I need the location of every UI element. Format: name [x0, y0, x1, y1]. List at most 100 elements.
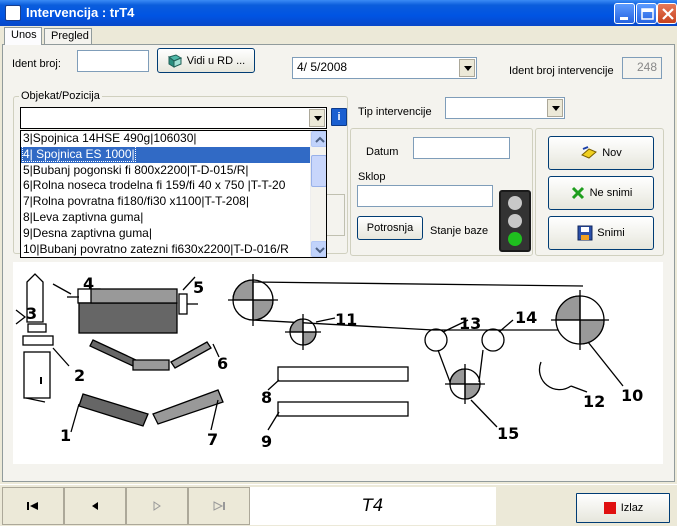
list-item-label: 5|Bubanj pogonski fi 800x2200|T-D-015/R| — [23, 162, 249, 177]
list-item-label: 10|Bubanj povratno zatezni fi630x2200|T-… — [23, 241, 289, 256]
scroll-down-button[interactable] — [311, 241, 326, 257]
record-label: T4 — [250, 487, 496, 525]
scrollbar-thumb[interactable] — [311, 155, 326, 187]
minimize-button[interactable] — [614, 3, 635, 24]
info-icon: i — [337, 111, 341, 123]
diagram-label-2: 2 — [74, 366, 86, 385]
izlaz-button[interactable]: Izlaz — [576, 493, 670, 523]
ident-broj-input[interactable] — [77, 50, 149, 72]
app-icon — [5, 5, 21, 21]
list-item[interactable]: 4| Spojnica ES 1000| — [21, 146, 310, 163]
scroll-up-button[interactable] — [311, 131, 326, 147]
diagram-label-5: 5 — [193, 278, 205, 297]
tab-pregled[interactable]: Pregled — [44, 28, 92, 45]
objekat-dropdown-list[interactable]: 3|Spojnica 14HSE 490g|106030| 4| Spojnica… — [20, 130, 327, 258]
save-disk-icon — [577, 225, 593, 241]
date-value: 4/ 5/2008 — [297, 60, 348, 74]
diagram-label-10: 10 — [621, 386, 644, 405]
light-top — [508, 196, 522, 210]
ident-broj-intervencije-input: 248 — [622, 57, 662, 79]
hidden-textarea — [325, 194, 345, 236]
diagram-label-13: 13 — [459, 314, 482, 333]
ident-broj-intervencije-label: Ident broj intervencije — [509, 65, 614, 77]
list-item-label: 8|Leva zaptivna guma| — [23, 209, 144, 224]
first-record-icon — [27, 502, 38, 510]
chevron-down-icon[interactable] — [309, 109, 325, 127]
traffic-light-icon — [508, 196, 522, 246]
objekat-list-rows: 3|Spojnica 14HSE 490g|106030| 4| Spojnica… — [21, 131, 326, 257]
snimi-button[interactable]: Snimi — [548, 216, 654, 250]
sklop-label: Sklop — [358, 171, 386, 183]
maximize-icon — [641, 8, 654, 20]
date-picker[interactable]: 4/ 5/2008 — [292, 57, 477, 79]
next-record-button[interactable] — [126, 487, 188, 525]
previous-record-button[interactable] — [64, 487, 126, 525]
list-item[interactable]: 3|Spojnica 14HSE 490g|106030| — [21, 131, 310, 147]
last-record-button[interactable] — [188, 487, 250, 525]
close-button[interactable] — [657, 3, 677, 24]
objekat-pozicija-label: Objekat/Pozicija — [19, 90, 102, 102]
vidi-u-rd-button[interactable]: Vidi u RD ... — [157, 48, 255, 73]
info-button[interactable]: i — [331, 108, 347, 126]
light-green — [508, 232, 522, 246]
ne-snimi-label: Ne snimi — [589, 187, 633, 199]
diagram-label-7: 7 — [207, 430, 219, 449]
list-item[interactable]: 5|Bubanj pogonski fi 800x2200|T-D-015/R| — [21, 163, 310, 179]
datum-label: Datum — [366, 146, 399, 158]
snimi-label: Snimi — [597, 227, 625, 239]
diagram-label-15: 15 — [497, 424, 520, 443]
diagram-label-8: 8 — [261, 388, 273, 407]
conveyor-diagram: 1 2 3 4 5 6 7 8 9 10 11 12 13 14 15 — [13, 262, 663, 464]
vidi-u-rd-label: Vidi u RD ... — [186, 54, 246, 67]
list-item[interactable]: 10|Bubanj povratno zatezni fi630x2200|T-… — [21, 241, 310, 257]
stanje-baze-label: Stanje baze — [430, 225, 489, 237]
cancel-x-icon — [571, 186, 584, 200]
maximize-button[interactable] — [636, 3, 657, 24]
conveyor-schematic — [15, 273, 624, 433]
sklop-input[interactable] — [357, 185, 493, 207]
list-item[interactable]: 7|Rolna povratna fi180/fi30 x1100|T-T-20… — [21, 194, 310, 210]
potrosnja-button[interactable]: Potrosnja — [357, 216, 423, 240]
tip-intervencije-combobox[interactable] — [445, 97, 565, 119]
traffic-light — [499, 190, 531, 252]
title-bar: Intervencija : trT4 — [0, 0, 677, 26]
chevron-down-icon[interactable] — [547, 99, 563, 117]
diagram-label-1: 1 — [60, 426, 72, 445]
close-icon — [662, 8, 674, 20]
list-scrollbar[interactable] — [310, 131, 326, 257]
window-title: Intervencija : trT4 — [26, 5, 135, 20]
diagram-label-6: 6 — [217, 354, 229, 373]
diagram-label-11: 11 — [335, 310, 358, 329]
list-item-label: 3|Spojnica 14HSE 490g|106030| — [23, 131, 197, 145]
ne-snimi-button[interactable]: Ne snimi — [548, 176, 654, 210]
minimize-icon — [620, 17, 628, 20]
nov-label: Nov — [602, 147, 622, 159]
diagram-label-9: 9 — [261, 432, 273, 451]
first-record-button[interactable] — [2, 487, 64, 525]
book-icon — [167, 53, 182, 68]
new-record-icon — [581, 146, 598, 159]
diagram-label-3: 3 — [26, 304, 38, 323]
list-item-label: 7|Rolna povratna fi180/fi30 x1100|T-T-20… — [23, 194, 249, 209]
list-item-label: 4| Spojnica ES 1000| — [22, 146, 136, 162]
diagram-label-4: 4 — [83, 274, 95, 293]
navigation-bar: T4 Izlaz — [0, 484, 677, 526]
izlaz-label: Izlaz — [620, 502, 644, 514]
list-item[interactable]: 6|Rolna noseca trodelna fi 159/fi 40 x 7… — [21, 178, 310, 194]
tip-intervencije-label: Tip intervencije — [358, 106, 432, 118]
exit-stop-icon — [603, 502, 616, 514]
objekat-combobox[interactable] — [20, 107, 327, 129]
diagram-label-14: 14 — [515, 308, 538, 327]
datum-input[interactable] — [413, 137, 510, 159]
list-item[interactable]: 8|Leva zaptivna guma| — [21, 210, 310, 226]
list-item[interactable]: 9|Desna zaptivna guma| — [21, 226, 310, 242]
previous-record-icon — [92, 502, 98, 510]
ident-broj-label: Ident broj: — [12, 58, 61, 70]
next-record-icon — [153, 501, 161, 511]
nov-button[interactable]: Nov — [548, 136, 654, 170]
tab-unos[interactable]: Unos — [4, 27, 42, 45]
chevron-up-icon — [315, 136, 325, 143]
chevron-down-icon[interactable] — [459, 59, 475, 77]
list-item-label: 6|Rolna noseca trodelna fi 159/fi 40 x 7… — [23, 178, 286, 193]
diagram-label-12: 12 — [583, 392, 606, 411]
